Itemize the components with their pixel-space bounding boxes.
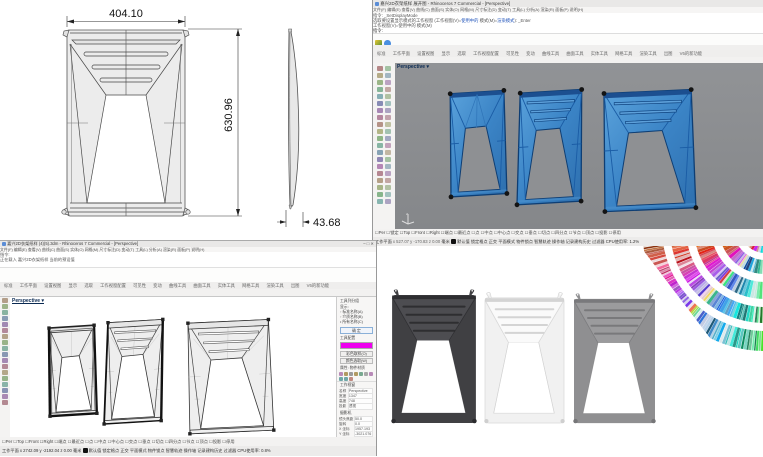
svg-text:630.96: 630.96 [223,98,235,132]
svg-text:43.68: 43.68 [313,217,341,229]
svg-text:404.10: 404.10 [109,8,143,20]
svg-text:z: z [406,211,408,216]
